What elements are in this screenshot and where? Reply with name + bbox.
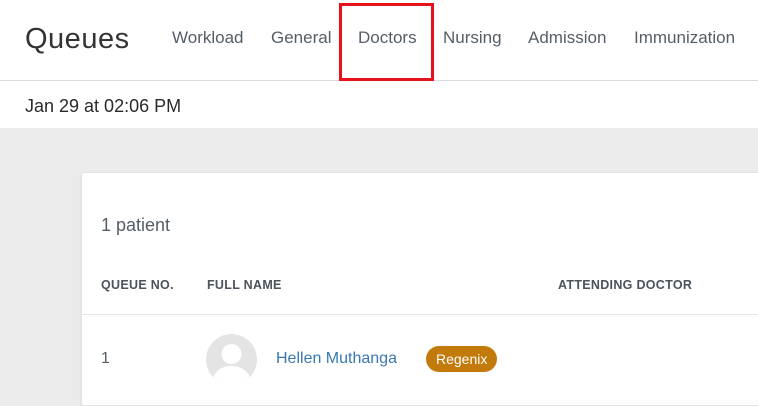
queue-card: 1 patient QUEUE NO. FULL NAME ATTENDING …	[81, 172, 758, 406]
tab-workload[interactable]: Workload	[172, 28, 244, 48]
tab-nursing[interactable]: Nursing	[443, 28, 502, 48]
tab-admission[interactable]: Admission	[528, 28, 606, 48]
table-divider	[82, 314, 758, 315]
patient-name-link[interactable]: Hellen Muthanga	[276, 349, 397, 369]
date-bar: Jan 29 at 02:06 PM	[0, 81, 758, 128]
page-title: Queues	[25, 23, 130, 55]
tab-general[interactable]: General	[271, 28, 331, 48]
active-tab-highlight	[339, 3, 434, 81]
column-header-full-name: FULL NAME	[207, 278, 282, 292]
column-header-attending-doctor: ATTENDING DOCTOR	[558, 278, 693, 292]
queue-number: 1	[101, 350, 110, 367]
tab-immunization[interactable]: Immunization	[634, 28, 735, 48]
avatar	[206, 334, 257, 385]
queue-timestamp: Jan 29 at 02:06 PM	[25, 96, 182, 116]
column-header-queue-no: QUEUE NO.	[101, 278, 174, 292]
patient-count: 1 patient	[101, 215, 171, 235]
patient-tag-badge: Regenix	[426, 346, 498, 372]
user-silhouette-icon	[212, 344, 251, 385]
